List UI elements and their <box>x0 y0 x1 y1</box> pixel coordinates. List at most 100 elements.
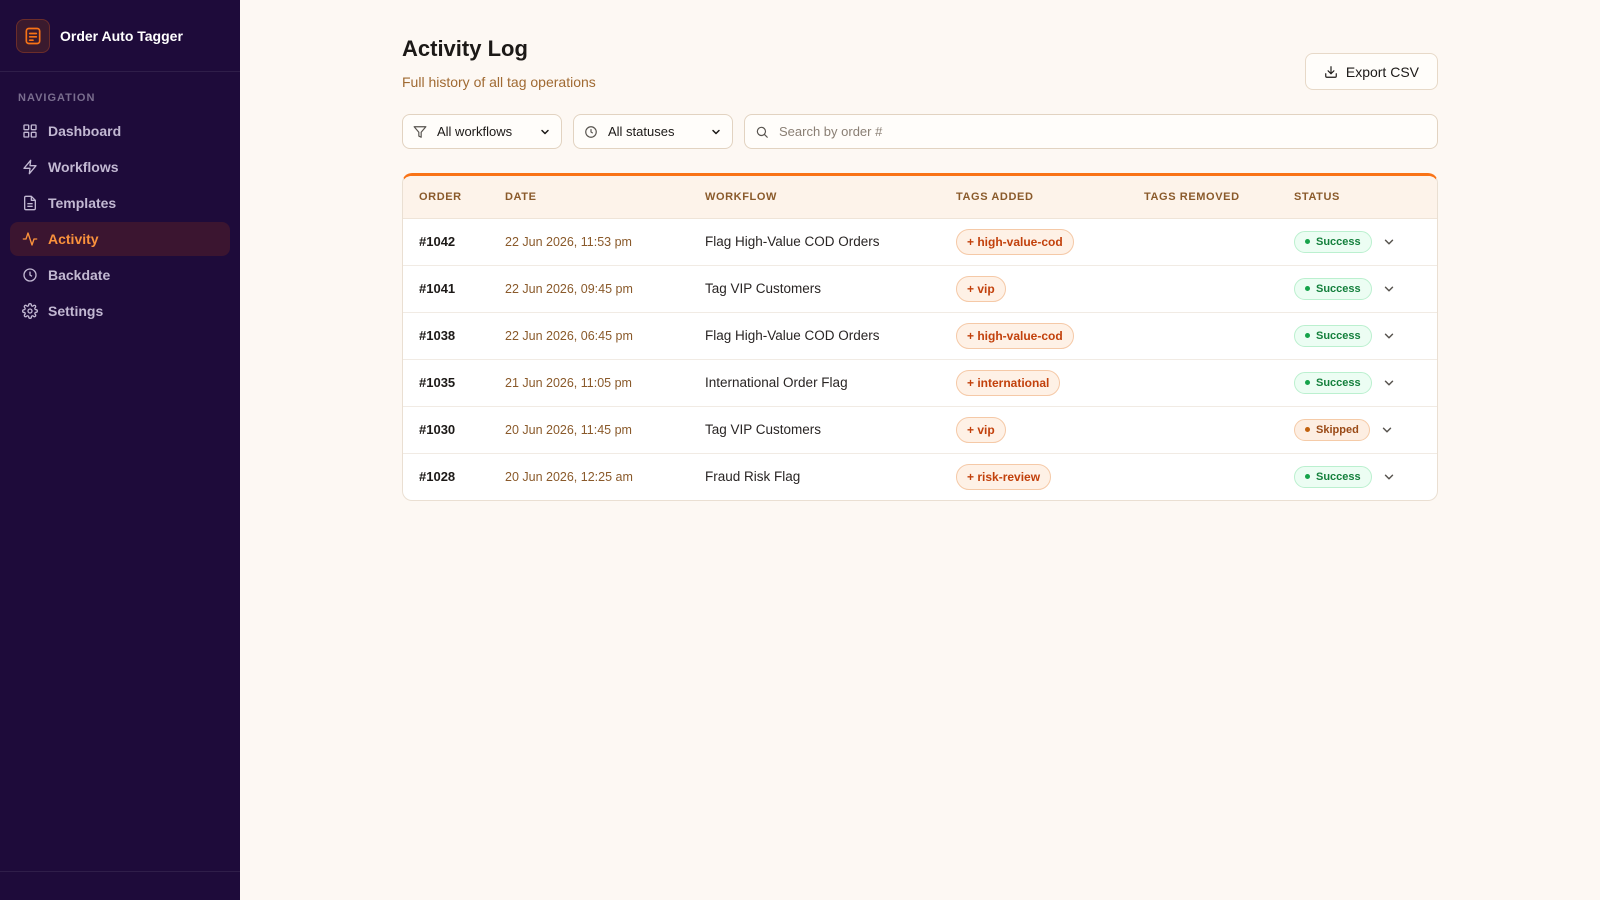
export-csv-button[interactable]: Export CSV <box>1304 53 1438 90</box>
tag-added-chip: + risk-review <box>956 463 1052 490</box>
column-header-workflow: WORKFLOW <box>689 176 940 219</box>
workflow-filter-value: All workflows <box>437 124 513 139</box>
tags-added-cell: + vip <box>940 265 1128 313</box>
main-content: Activity Log Full history of all tag ope… <box>240 0 1600 900</box>
file-icon <box>24 195 36 211</box>
order-date: 22 Jun 2026, 11:53 pm <box>489 218 689 266</box>
tags-added-cell: + vip <box>940 406 1128 454</box>
status-badge: Success <box>1294 465 1372 488</box>
lightning-icon <box>23 159 37 175</box>
activity-table: ORDER DATE WORKFLOW TAGS ADDED TAGS REMO… <box>403 176 1437 500</box>
workflow-name: Flag High-Value COD Orders <box>689 218 940 266</box>
nav-heading: NAVIGATION <box>18 92 96 104</box>
chevron-down-icon[interactable] <box>1382 329 1396 343</box>
page-title: Activity Log <box>402 36 528 61</box>
tags-removed-cell <box>1128 359 1278 407</box>
order-date: 22 Jun 2026, 06:45 pm <box>489 312 689 360</box>
status-cell: Success <box>1278 218 1437 266</box>
status-badge: Success <box>1294 324 1372 347</box>
sidebar-item-dashboard[interactable]: Dashboard <box>10 114 230 148</box>
table-row[interactable]: #1035 21 Jun 2026, 11:05 pm Internationa… <box>403 359 1437 407</box>
tag-added-chip: + vip <box>956 275 1006 302</box>
table-row[interactable]: #1038 22 Jun 2026, 06:45 pm Flag High-Va… <box>403 312 1437 360</box>
order-number: #1035 <box>403 359 489 407</box>
sidebar-nav: Dashboard Workflows Templates Activity B… <box>0 114 240 328</box>
workflow-name: Tag VIP Customers <box>689 406 940 454</box>
sidebar-footer-divider <box>0 871 240 872</box>
workflow-name: Flag High-Value COD Orders <box>689 312 940 360</box>
tags-removed-cell <box>1128 312 1278 360</box>
workflow-filter-select[interactable]: All workflows <box>402 114 562 149</box>
status-badge: Skipped <box>1294 418 1370 441</box>
table-row[interactable]: #1041 22 Jun 2026, 09:45 pm Tag VIP Cust… <box>403 265 1437 313</box>
tags-removed-cell <box>1128 406 1278 454</box>
chevron-down-icon <box>541 129 549 134</box>
order-date: 21 Jun 2026, 11:05 pm <box>489 359 689 407</box>
export-csv-label: Export CSV <box>1345 63 1419 80</box>
app-name: Order Auto Tagger <box>60 27 183 44</box>
tags-added-cell: + high-value-cod <box>940 218 1128 266</box>
sidebar-item-activity[interactable]: Activity <box>10 222 230 256</box>
status-filter-select[interactable]: All statuses <box>573 114 733 149</box>
table-row[interactable]: #1042 22 Jun 2026, 11:53 pm Flag High-Va… <box>403 218 1437 266</box>
tag-added-chip: + vip <box>956 416 1006 443</box>
sidebar-item-templates[interactable]: Templates <box>10 186 230 220</box>
workflow-name: Fraud Risk Flag <box>705 469 801 485</box>
sidebar-item-backdate[interactable]: Backdate <box>10 258 230 292</box>
tags-added-cell: + international <box>940 359 1128 407</box>
status-cell: Skipped <box>1278 406 1437 454</box>
status-badge: Success <box>1294 277 1372 300</box>
chevron-down-icon <box>712 129 720 134</box>
order-number: #1041 <box>403 265 489 313</box>
chevron-down-icon[interactable] <box>1382 376 1396 390</box>
table-row[interactable]: #1028 20 Jun 2026, 12:25 am Fraud Risk F… <box>403 453 1437 500</box>
order-date: 20 Jun 2026, 11:45 pm <box>489 406 689 454</box>
sidebar-item-label: Workflows <box>48 159 119 175</box>
brand[interactable]: Order Auto Tagger <box>0 0 240 72</box>
status-cell: Success <box>1278 359 1437 407</box>
order-number: #1030 <box>403 406 489 454</box>
chevron-down-icon[interactable] <box>1380 423 1394 437</box>
status-label: Success <box>1316 235 1361 248</box>
tags-added-cell: + risk-review <box>940 453 1128 500</box>
order-search-box <box>744 114 1438 149</box>
page-subtitle: Full history of all tag operations <box>402 74 596 90</box>
order-number: #1028 <box>419 469 456 485</box>
grid-icon <box>23 124 37 138</box>
table-row[interactable]: #1030 20 Jun 2026, 11:45 pm Tag VIP Cust… <box>403 406 1437 454</box>
sidebar-item-label: Backdate <box>48 267 111 283</box>
clock-icon <box>23 268 37 282</box>
status-cell: Success <box>1278 453 1437 500</box>
filter-bar: All workflows All statuses <box>402 114 1438 149</box>
activity-table-card: ORDER DATE WORKFLOW TAGS ADDED TAGS REMO… <box>402 173 1438 501</box>
sidebar-item-label: Settings <box>48 303 104 319</box>
sidebar: Order Auto Tagger NAVIGATION Dashboard W… <box>0 0 240 900</box>
status-filter-value: All statuses <box>608 124 675 139</box>
order-date: 20 Jun 2026, 12:25 am <box>505 469 633 484</box>
status-badge: Success <box>1294 230 1372 253</box>
chevron-down-icon[interactable] <box>1382 470 1396 484</box>
column-header-order: ORDER <box>403 176 489 219</box>
tag-added-chip: + high-value-cod <box>956 322 1074 349</box>
column-header-tags-removed: TAGS REMOVED <box>1128 176 1278 219</box>
chevron-down-icon[interactable] <box>1382 235 1396 249</box>
status-cell: Success <box>1278 312 1437 360</box>
chevron-down-icon[interactable] <box>1382 282 1396 296</box>
sidebar-item-workflows[interactable]: Workflows <box>10 150 230 184</box>
workflow-name: Tag VIP Customers <box>689 265 940 313</box>
status-label: Success <box>1316 282 1361 295</box>
sidebar-item-label: Dashboard <box>48 123 122 139</box>
clock-icon <box>585 125 597 138</box>
workflow-name: International Order Flag <box>689 359 940 407</box>
tags-added-cell: + high-value-cod <box>940 312 1128 360</box>
order-search-input[interactable] <box>779 124 1427 139</box>
tags-removed-cell <box>1128 265 1278 313</box>
sidebar-item-label: Activity <box>48 231 99 247</box>
tags-removed-cell <box>1128 218 1278 266</box>
column-header-date: DATE <box>489 176 689 219</box>
sidebar-item-label: Templates <box>48 195 117 211</box>
tag-added-chip: + high-value-cod <box>956 228 1074 255</box>
sidebar-item-settings[interactable]: Settings <box>10 294 230 328</box>
download-icon <box>1325 65 1337 78</box>
order-date: 22 Jun 2026, 09:45 pm <box>489 265 689 313</box>
